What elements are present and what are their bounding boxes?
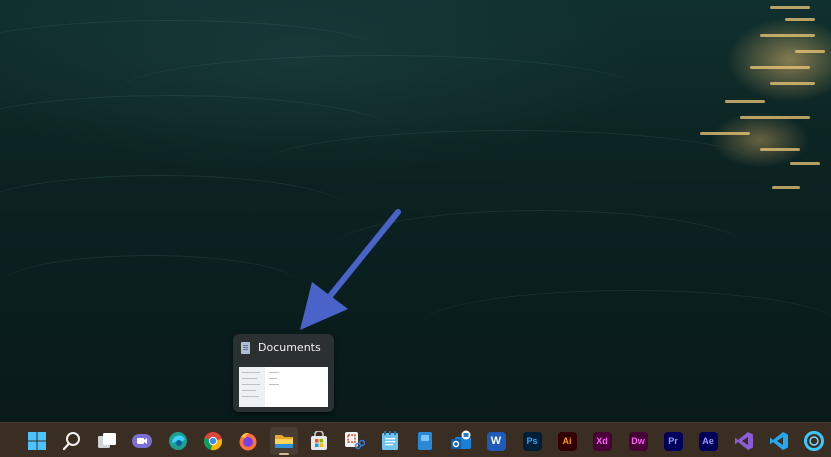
snipping-tool-button[interactable] xyxy=(340,427,368,455)
thumbnail-line xyxy=(269,378,277,379)
premiere-pro-icon: Pr xyxy=(663,431,683,451)
thumbnail-line xyxy=(242,390,256,391)
dreamweaver-button[interactable]: Dw xyxy=(624,427,652,455)
word-button[interactable]: W xyxy=(482,427,510,455)
visual-studio-button[interactable] xyxy=(730,427,758,455)
vscode-button[interactable] xyxy=(765,427,793,455)
edge-browser-icon xyxy=(169,432,187,450)
outlook-button[interactable] xyxy=(447,427,475,455)
premiere-button[interactable]: Pr xyxy=(659,427,687,455)
photoshop-button[interactable]: Ps xyxy=(518,427,546,455)
firefox-browser-icon xyxy=(239,432,257,451)
thumbnail-line xyxy=(242,384,260,385)
cortana-icon xyxy=(804,431,824,451)
photoshop-icon: Ps xyxy=(522,431,542,451)
preview-title: Documents xyxy=(258,341,321,354)
video-chat-icon xyxy=(132,434,152,448)
folder-icon xyxy=(275,435,293,448)
document-folder-icon xyxy=(241,342,250,354)
task-view-icon xyxy=(98,433,116,448)
xd-button[interactable]: Xd xyxy=(588,427,616,455)
notepad-button[interactable] xyxy=(376,427,404,455)
chrome-button[interactable] xyxy=(199,427,227,455)
annotation-arrow xyxy=(300,209,401,330)
search-button[interactable] xyxy=(58,427,86,455)
visual-studio-icon xyxy=(735,432,753,450)
arrow-head xyxy=(300,282,348,330)
after-effects-button[interactable]: Ae xyxy=(694,427,722,455)
start-button[interactable] xyxy=(23,427,51,455)
arrow-shaft xyxy=(319,209,401,309)
thumbnail-line xyxy=(242,396,259,397)
windows-logo-icon xyxy=(28,432,46,450)
illustrator-icon: Ai xyxy=(557,431,577,451)
file-explorer-button[interactable] xyxy=(270,427,298,455)
dreamweaver-icon: Dw xyxy=(628,431,648,451)
word-icon: W xyxy=(486,431,506,451)
thumbnail-line xyxy=(242,372,260,373)
thumbnail-sidebar xyxy=(239,367,265,407)
cortana-button[interactable] xyxy=(800,427,828,455)
store-icon xyxy=(311,431,327,450)
blue-app-icon xyxy=(418,432,432,450)
taskbar: W Ps Ai Xd Dw Pr Ae xyxy=(0,422,831,457)
task-view-button[interactable] xyxy=(93,427,121,455)
firefox-button[interactable] xyxy=(234,427,262,455)
microsoft-store-button[interactable] xyxy=(305,427,333,455)
vscode-icon xyxy=(770,432,788,450)
edge-button[interactable] xyxy=(164,427,192,455)
snipping-tool-icon xyxy=(345,432,365,450)
after-effects-icon: Ae xyxy=(698,431,718,451)
preview-thumbnail[interactable] xyxy=(239,367,328,407)
thumbnail-line xyxy=(242,378,257,379)
thumbnail-line xyxy=(269,372,279,373)
taskbar-thumbnail-preview[interactable]: Documents xyxy=(233,334,334,412)
adobe-xd-icon: Xd xyxy=(592,431,612,451)
thumbnail-line xyxy=(269,384,279,385)
outlook-mail-icon xyxy=(451,430,471,449)
notepad-icon xyxy=(382,431,398,450)
search-icon xyxy=(62,432,80,451)
teams-chat-button[interactable] xyxy=(128,427,156,455)
illustrator-button[interactable]: Ai xyxy=(553,427,581,455)
app-button[interactable] xyxy=(411,427,439,455)
chrome-browser-icon xyxy=(203,432,223,451)
